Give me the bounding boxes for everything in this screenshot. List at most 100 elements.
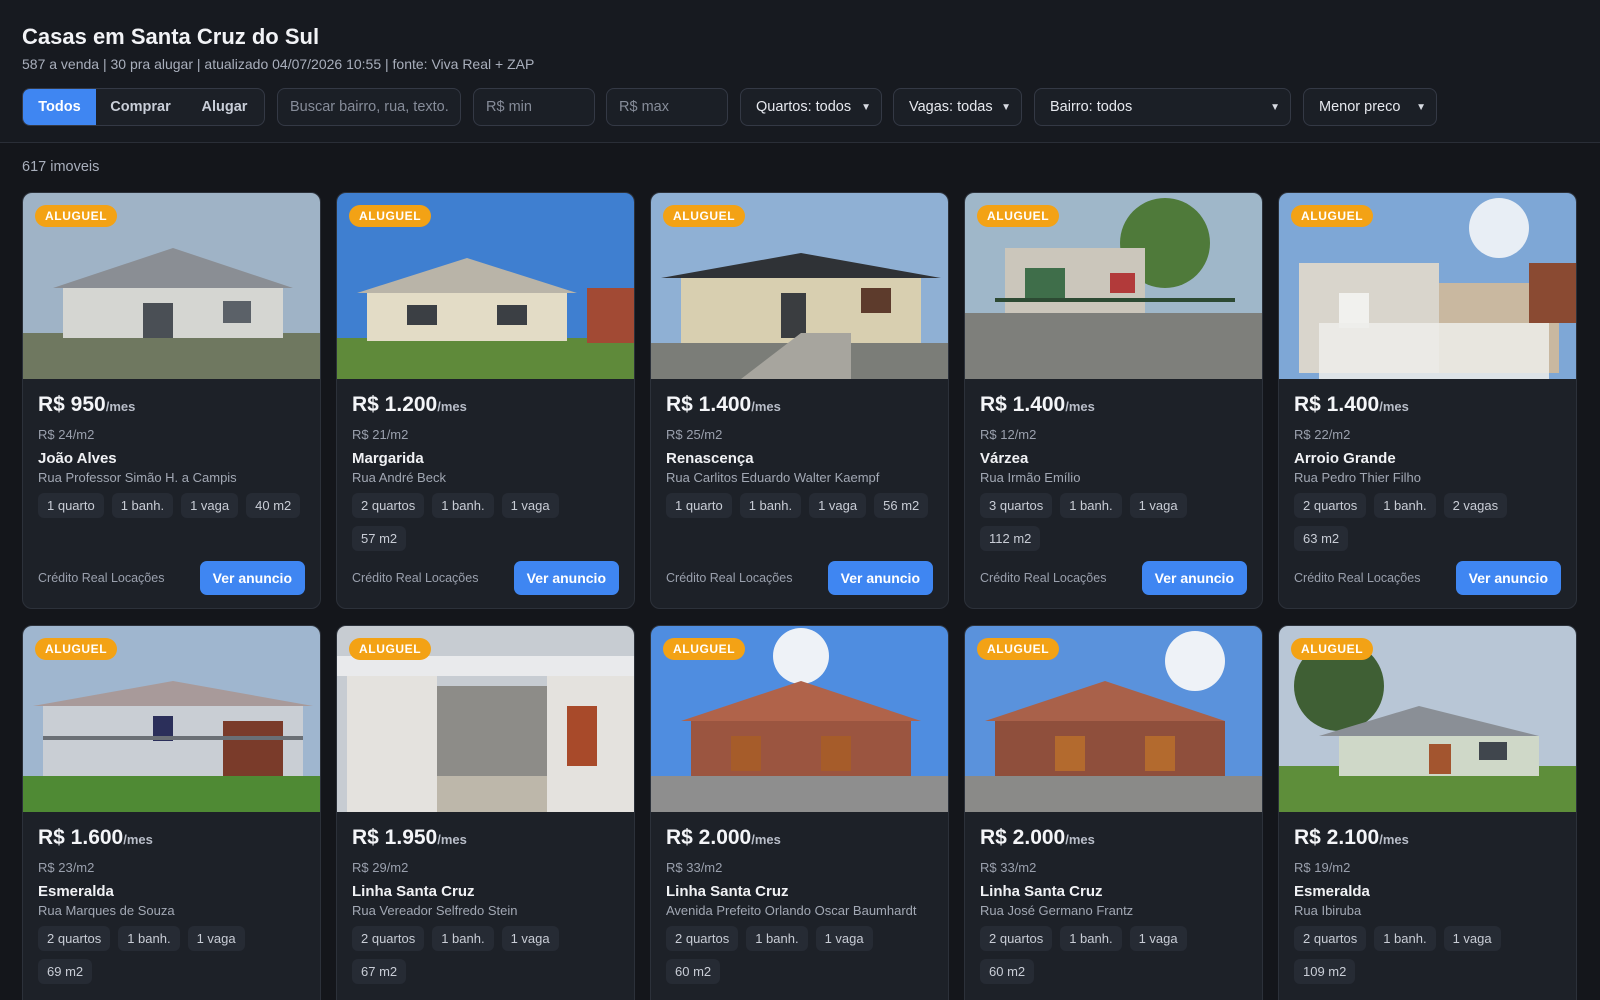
view-listing-button[interactable]: Ver anuncio (827, 561, 933, 595)
status-badge: ALUGUEL (977, 205, 1060, 227)
feature-chips: 2 quartos 1 banh. 1 vaga 67 m2 (352, 926, 619, 984)
listing-card: ALUGUEL R$ 1.950/mes R$ 29/m2 Linha Sant… (336, 625, 635, 1000)
status-badge: ALUGUEL (1291, 638, 1374, 660)
card-footer: Crédito Real Locações Ver anuncio (352, 561, 619, 595)
house-photo[interactable]: ALUGUEL (651, 626, 948, 812)
listing-price: R$ 2.100/mes (1294, 824, 1561, 854)
price-period: /mes (1065, 399, 1095, 414)
feature-chips: 3 quartos 1 banh. 1 vaga 112 m2 (980, 493, 1247, 551)
area-chip: 60 m2 (666, 959, 721, 984)
feature-chips: 2 quartos 1 banh. 1 vaga 60 m2 (666, 926, 933, 984)
area-chip: 67 m2 (352, 959, 407, 984)
agency-name: Crédito Real Locações (352, 571, 479, 585)
street-address: Rua Carlitos Eduardo Walter Kaempf (666, 470, 880, 485)
agency-name: Crédito Real Locações (38, 571, 165, 585)
neighborhood-select[interactable]: Bairro: todos ▼ (1034, 88, 1291, 126)
parking-chip: 1 vaga (1443, 926, 1501, 951)
neighborhood-name: Linha Santa Cruz (352, 883, 475, 900)
bedrooms-chip: 2 quartos (1294, 493, 1367, 518)
house-photo[interactable]: ALUGUEL (965, 626, 1262, 812)
parking-select[interactable]: Vagas: todas ▼ (893, 88, 1022, 126)
street-address: Rua José Germano Frantz (980, 903, 1134, 918)
bedrooms-chip: 2 quartos (666, 926, 739, 951)
card-footer: Crédito Real Locações Ver anuncio (38, 561, 305, 595)
area-chip: 60 m2 (980, 959, 1035, 984)
search-input[interactable] (277, 88, 461, 126)
street-address: Rua Irmão Emílio (980, 470, 1081, 485)
mode-button-comprar[interactable]: Comprar (96, 89, 185, 125)
feature-chips: 2 quartos 1 banh. 2 vagas 63 m2 (1294, 493, 1561, 551)
price-per-m2: R$ 19/m2 (1294, 860, 1351, 875)
price-period: /mes (437, 832, 467, 847)
status-badge: ALUGUEL (663, 638, 746, 660)
status-badge: ALUGUEL (977, 638, 1060, 660)
bathrooms-chip: 1 banh. (432, 493, 494, 518)
house-photo[interactable]: ALUGUEL (965, 193, 1262, 379)
feature-chips: 2 quartos 1 banh. 1 vaga 69 m2 (38, 926, 305, 984)
area-chip: 56 m2 (874, 493, 929, 518)
house-photo[interactable]: ALUGUEL (337, 626, 634, 812)
mode-button-todos[interactable]: Todos (23, 89, 96, 125)
sort-select[interactable]: Menor preco ▼ (1303, 88, 1437, 126)
house-photo[interactable]: ALUGUEL (23, 193, 320, 379)
listing-card: ALUGUEL R$ 2.100/mes R$ 19/m2 Esmeralda … (1278, 625, 1577, 1000)
bathrooms-chip: 1 banh. (1374, 926, 1436, 951)
parking-select-value: Vagas: todas (909, 99, 993, 115)
max-price-input[interactable] (606, 88, 728, 126)
parking-chip: 1 vaga (809, 493, 867, 518)
house-photo[interactable]: ALUGUEL (1279, 193, 1576, 379)
parking-chip: 1 vaga (187, 926, 245, 951)
listing-price: R$ 1.200/mes (352, 391, 619, 421)
street-address: Avenida Prefeito Orlando Oscar Baumhardt (666, 903, 917, 918)
listing-price: R$ 1.400/mes (980, 391, 1247, 421)
price-per-m2: R$ 24/m2 (38, 427, 95, 442)
min-price-input[interactable] (473, 88, 595, 126)
listings-grid: ALUGUEL R$ 950/mes R$ 24/m2 João Alves R… (22, 192, 1580, 1000)
house-photo[interactable]: ALUGUEL (337, 193, 634, 379)
chevron-down-icon: ▼ (1270, 101, 1280, 113)
price-period: /mes (105, 399, 136, 414)
bedrooms-chip: 3 quartos (980, 493, 1053, 518)
listing-card: ALUGUEL R$ 1.400/mes R$ 25/m2 Renascença… (650, 192, 949, 609)
listing-price: R$ 1.600/mes (38, 824, 305, 854)
street-address: Rua Vereador Selfredo Stein (352, 903, 518, 918)
neighborhood-name: Renascença (666, 450, 754, 467)
view-listing-button[interactable]: Ver anuncio (199, 561, 305, 595)
listing-card: ALUGUEL R$ 2.000/mes R$ 33/m2 Linha Sant… (964, 625, 1263, 1000)
feature-chips: 1 quarto 1 banh. 1 vaga 40 m2 (38, 493, 305, 518)
listing-price: R$ 1.400/mes (666, 391, 933, 421)
listing-card: ALUGUEL R$ 1.200/mes R$ 21/m2 Margarida … (336, 192, 635, 609)
status-badge: ALUGUEL (35, 638, 118, 660)
price-per-m2: R$ 25/m2 (666, 427, 723, 442)
area-chip: 69 m2 (38, 959, 93, 984)
view-listing-button[interactable]: Ver anuncio (513, 561, 619, 595)
price-value: R$ 1.600 (38, 826, 124, 849)
rooms-select[interactable]: Quartos: todos ▼ (740, 88, 882, 126)
house-photo[interactable]: ALUGUEL (23, 626, 320, 812)
status-badge: ALUGUEL (349, 205, 432, 227)
results-count: 617 imoveis (22, 159, 100, 175)
price-per-m2: R$ 23/m2 (38, 860, 95, 875)
view-listing-button[interactable]: Ver anuncio (1455, 561, 1561, 595)
bathrooms-chip: 1 banh. (746, 926, 808, 951)
agency-name: Crédito Real Locações (1294, 571, 1421, 585)
house-photo[interactable]: ALUGUEL (651, 193, 948, 379)
price-value: R$ 2.000 (666, 826, 752, 849)
price-value: R$ 2.100 (1294, 826, 1380, 849)
area-chip: 112 m2 (980, 526, 1041, 551)
parking-chip: 1 vaga (181, 493, 239, 518)
mode-button-alugar[interactable]: Alugar (185, 89, 264, 125)
neighborhood-name: Esmeralda (1294, 883, 1370, 900)
bedrooms-chip: 2 quartos (1294, 926, 1367, 951)
chevron-down-icon: ▼ (861, 101, 871, 113)
street-address: Rua André Beck (352, 470, 446, 485)
parking-chip: 2 vagas (1443, 493, 1508, 518)
price-value: R$ 1.950 (352, 826, 438, 849)
view-listing-button[interactable]: Ver anuncio (1141, 561, 1247, 595)
bedrooms-chip: 1 quarto (666, 493, 732, 518)
agency-name: Crédito Real Locações (666, 571, 793, 585)
house-photo[interactable]: ALUGUEL (1279, 626, 1576, 812)
chevron-down-icon: ▼ (1416, 101, 1426, 113)
neighborhood-name: Margarida (352, 450, 424, 467)
price-value: R$ 950 (38, 393, 106, 416)
